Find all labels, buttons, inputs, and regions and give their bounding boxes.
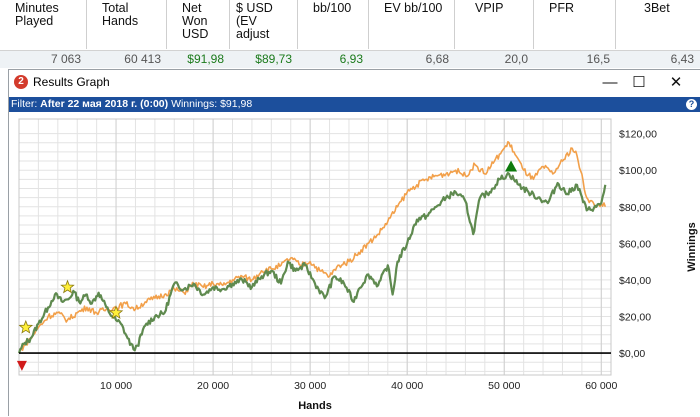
x-tick-label: 10 000 [100,380,132,392]
value-minutes-played: 7 063 [50,52,81,66]
results-graph-window[interactable]: 2 Results Graph — ☐ ✕ Filter: After 22 м… [8,69,700,416]
x-tick-label: 60 000 [585,380,617,392]
y-tick-label: $120,00 [619,129,657,141]
stats-header-row: Minutes Played Total Hands Net Won USD $… [0,0,700,49]
close-button[interactable]: ✕ [659,72,693,94]
plot-frame [18,118,612,376]
filter-date: After 22 мая 2018 г. (0:00) [40,98,169,110]
results-chart[interactable]: 10 000 20 000 30 000 40 000 50 000 60 000 $0,0… [9,113,700,417]
star-marker-icon [60,279,75,294]
help-icon[interactable]: ? [686,99,697,110]
stats-value-row[interactable]: 7 063 60 413 $91,98 $89,73 6,93 6,68 20,… [0,50,700,68]
x-tick-label: 50 000 [488,380,520,392]
value-ev-bb-100: 6,68 [425,52,449,66]
winnings-label: Winnings: [171,98,218,110]
header-pfr[interactable]: PFR [534,0,616,49]
value-3bet: 6,43 [670,52,694,66]
value-vpip: 20,0 [504,52,528,66]
value-total-hands: 60 413 [124,52,161,66]
app-logo-icon: 2 [14,75,28,89]
header-vpip[interactable]: VPIP [455,0,534,49]
x-tick-label: 20 000 [197,380,229,392]
value-bb-100: 6,93 [339,52,363,66]
header-usd-ev-adjusted[interactable]: $ USD (EV adjust [230,0,298,49]
header-3bet[interactable]: 3Bet [616,0,700,49]
filter-prefix: Filter: [11,98,38,110]
y-tick-label: $80,00 [619,202,651,214]
ev-winnings-series-line [18,141,607,354]
low-triangle-down-icon [16,360,27,371]
peak-triangle-up-icon [505,160,518,172]
value-pfr: 16,5 [586,52,610,66]
y-tick-label: $60,00 [619,238,651,250]
y-axis-label: Winnings [686,222,698,271]
star-marker-icon [18,319,34,334]
x-tick-label: 30 000 [294,380,326,392]
window-title: Results Graph [33,75,110,89]
x-axis-label: Hands [298,400,332,412]
y-tick-label: $0,00 [619,348,645,360]
header-bb-100[interactable]: bb/100 [298,0,369,49]
title-bar[interactable]: 2 Results Graph — ☐ ✕ [9,70,700,96]
value-net-won-usd: $91,98 [187,52,224,66]
x-tick-label: 40 000 [391,380,423,392]
header-minutes-played[interactable]: Minutes Played [0,0,87,49]
header-total-hands[interactable]: Total Hands [87,0,167,49]
winnings-value: $91,98 [220,98,253,110]
y-tick-label: $40,00 [619,275,651,287]
header-net-won-usd[interactable]: Net Won USD [167,0,230,49]
filter-text: Filter: After 22 мая 2018 г. (0:00) Winn… [11,97,252,112]
background-window-edge [0,69,8,416]
maximize-button[interactable]: ☐ [622,72,656,94]
stats-table: Minutes Played Total Hands Net Won USD $… [0,0,700,68]
value-usd-ev-adjusted: $89,73 [255,52,292,66]
header-ev-bb-100[interactable]: EV bb/100 [369,0,455,49]
y-tick-label: $100,00 [619,165,657,177]
y-tick-label: $20,00 [619,311,651,323]
filter-bar[interactable]: Filter: After 22 мая 2018 г. (0:00) Winn… [9,97,700,112]
results-chart-svg: 10 000 20 000 30 000 40 000 50 000 60 000 $0,0… [16,118,698,412]
